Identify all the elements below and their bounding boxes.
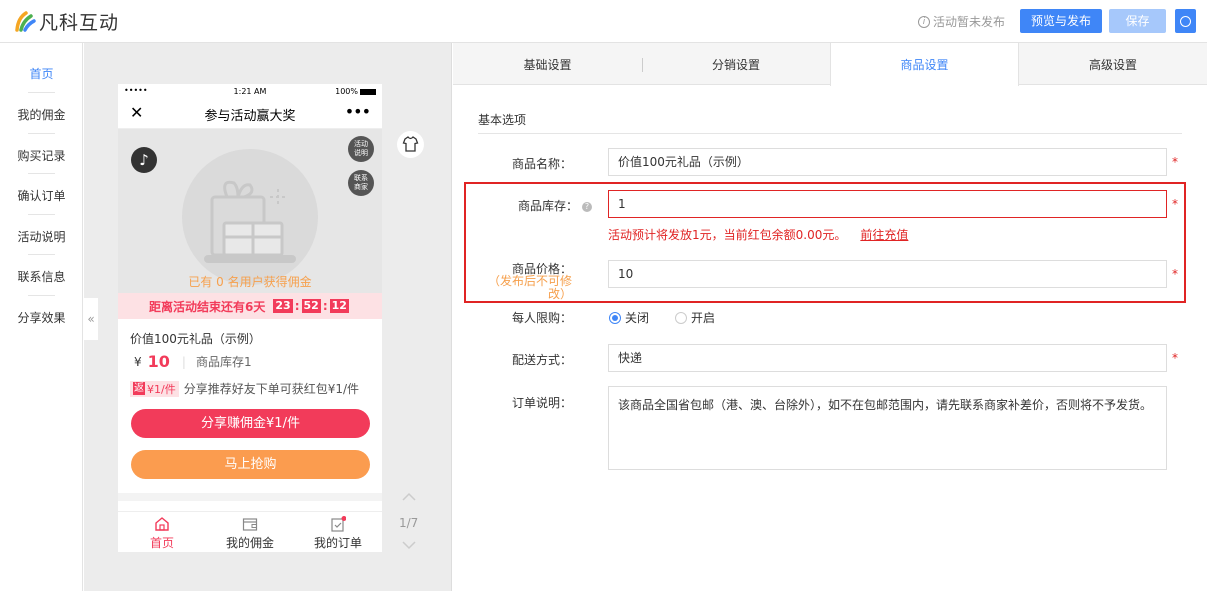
phone-title-bar: ✕ 参与活动赢大奖 ••• [118, 100, 382, 129]
rebate-badge: 返 ¥1/件 [130, 380, 179, 397]
nav-item-commission[interactable]: 我的佣金 [0, 106, 83, 123]
publish-status-text: 活动暂未发布 [933, 15, 1006, 29]
gift-placeholder [182, 149, 318, 285]
left-nav: 首页 我的佣金 购买记录 确认订单 活动说明 联系信息 分享效果 [0, 43, 83, 591]
required-mark: * [1172, 155, 1178, 169]
rebate-row: 返 ¥1/件 分享推荐好友下单可获红包¥1/件 [130, 380, 359, 397]
radio-on-label: 开启 [691, 311, 716, 325]
product-name-label: 商品名称： [511, 157, 572, 171]
publish-status: i 活动暂未发布 [918, 13, 1005, 30]
collapse-nav-button[interactable]: « [84, 298, 98, 340]
info-icon: i [918, 15, 930, 28]
nav-item-contact[interactable]: 联系信息 [0, 268, 83, 285]
phone-preview: ••••• 1:21 AM 100% ✕ 参与活动赢大奖 ••• ♪ 活动说明 … [118, 84, 382, 552]
order-note-label: 订单说明： [511, 396, 572, 410]
delivery-input[interactable]: 快递 [608, 344, 1167, 372]
wallet-icon [242, 518, 258, 531]
delivery-label: 配送方式： [511, 353, 572, 367]
countdown-hours: 23 [273, 299, 293, 313]
product-name-input[interactable]: 价值100元礼品（示例） [608, 148, 1167, 176]
theme-icon[interactable] [397, 131, 424, 158]
section-divider [478, 133, 1182, 134]
rebate-amount: ¥1/件 [147, 382, 176, 396]
countdown-separator: : [294, 299, 300, 313]
nav-item-confirm-order[interactable]: 确认订单 [0, 187, 83, 204]
countdown-label: 距离活动结束还有6天 [149, 299, 266, 314]
rebate-icon: 返 [133, 382, 145, 395]
phone-page-title: 参与活动赢大奖 [204, 109, 296, 124]
tab-advanced-settings[interactable]: 高级设置 [1019, 43, 1207, 85]
logo[interactable]: 凡科互动 [14, 8, 119, 34]
tab-distribution-settings[interactable]: 分销设置 [642, 43, 830, 85]
currency-symbol: ¥ [134, 354, 142, 369]
nav-item-purchase-records[interactable]: 购买记录 [0, 147, 83, 164]
radio-off[interactable] [609, 311, 621, 324]
save-button[interactable]: 保存 [1109, 9, 1166, 33]
order-note-textarea[interactable]: 该商品全国省包邮（港、澳、台除外），如不在包邮范围内，请先联系商家补差价，否则将… [608, 386, 1167, 470]
countdown-bar: 距离活动结束还有6天 23 : 52 : 12 [118, 293, 382, 319]
nav-item-activity-desc[interactable]: 活动说明 [0, 228, 83, 245]
activity-banner: ♪ 活动说明 联系商家 已有 0 名用户获得佣金 [118, 129, 382, 293]
page-indicator: 1/7 [399, 516, 419, 530]
activity-desc-button[interactable]: 活动说明 [348, 136, 374, 162]
more-icon[interactable]: ••• [345, 102, 371, 121]
nav-item-share-effect[interactable]: 分享效果 [0, 309, 83, 326]
user-button[interactable] [1175, 9, 1196, 33]
highlight-box [464, 182, 1186, 303]
nav-item-home[interactable]: 首页 [0, 65, 83, 82]
product-price: 10 [147, 352, 170, 371]
phone-tab-orders[interactable]: 我的订单 [294, 516, 382, 551]
logo-text: 凡科互动 [39, 11, 120, 34]
nav-divider [28, 295, 55, 296]
product-stock: 商品库存1 [195, 355, 252, 369]
settings-tabs: 基础设置 分销设置 商品设置 高级设置 [453, 43, 1207, 86]
nav-divider [28, 214, 55, 215]
phone-tab-label: 首页 [149, 536, 174, 550]
required-mark: * [1172, 351, 1178, 365]
countdown-seconds: 12 [329, 299, 349, 313]
home-icon [155, 517, 169, 531]
tab-basic-settings[interactable]: 基础设置 [453, 43, 642, 85]
price-separator: | [181, 354, 186, 369]
nav-divider [28, 133, 55, 134]
countdown-separator: : [322, 299, 328, 313]
chevron-up-icon[interactable] [402, 490, 416, 504]
phone-status-bar: ••••• 1:21 AM 100% [118, 84, 382, 100]
radio-off-label: 关闭 [625, 311, 650, 325]
tab-product-settings[interactable]: 商品设置 [830, 43, 1019, 86]
battery-indicator: 100% [335, 87, 376, 96]
share-earn-button[interactable]: 分享赚佣金¥1/件 [131, 409, 370, 438]
contact-merchant-button[interactable]: 联系商家 [348, 170, 374, 196]
divider [118, 493, 382, 501]
preview-publish-button[interactable]: 预览与发布 [1020, 9, 1102, 33]
gift-icon [204, 180, 296, 263]
shirt-icon [402, 136, 419, 152]
phone-tab-label: 我的佣金 [225, 536, 274, 550]
battery-icon [360, 88, 376, 95]
phone-tab-label: 我的订单 [313, 536, 362, 550]
commission-earned-text: 已有 0 名用户获得佣金 [188, 275, 312, 289]
nav-divider [28, 254, 55, 255]
phone-tab-home[interactable]: 首页 [118, 516, 206, 551]
price-row: ¥ 10 | 商品库存1 [134, 352, 252, 371]
section-title: 基本选项 [478, 113, 527, 127]
nav-divider [28, 173, 55, 174]
logo-icon [15, 11, 36, 32]
phone-tab-bar: 首页 我的佣金 我的订单 [118, 511, 382, 552]
nav-divider [28, 92, 55, 93]
purchase-limit-options: 关闭 开启 [609, 309, 715, 326]
order-icon [331, 516, 346, 532]
chevron-down-icon[interactable] [402, 538, 416, 552]
purchase-limit-label: 每人限购： [511, 311, 572, 325]
music-icon[interactable]: ♪ [131, 147, 157, 173]
countdown-minutes: 52 [301, 299, 321, 313]
phone-tab-commission[interactable]: 我的佣金 [206, 516, 294, 551]
buy-now-button[interactable]: 马上抢购 [131, 450, 370, 479]
radio-on[interactable] [675, 311, 688, 324]
rebate-description: 分享推荐好友下单可获红包¥1/件 [183, 382, 360, 396]
top-header: 凡科互动 i 活动暂未发布 预览与发布 保存 [0, 0, 1207, 43]
product-name: 价值100元礼品（示例） [130, 332, 261, 346]
